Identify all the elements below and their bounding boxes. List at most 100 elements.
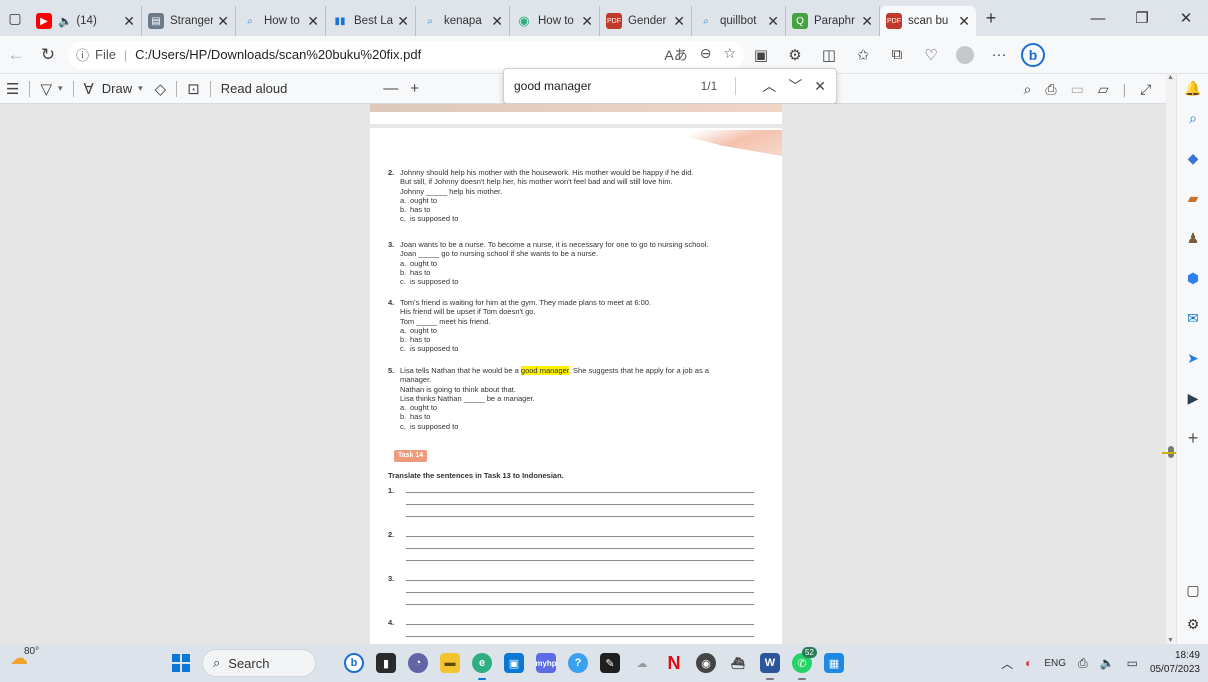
close-tab-icon[interactable]: ✕ (581, 13, 593, 30)
cloud-app-icon[interactable]: ☁ (632, 653, 652, 673)
extensions-icon[interactable]: ⚙ (778, 40, 812, 70)
file-explorer-icon[interactable]: ▬ (440, 653, 460, 673)
fullscreen-icon[interactable]: ⤢ (1140, 81, 1151, 98)
sidebar-settings-gear-icon[interactable]: ⚙ (1177, 610, 1208, 638)
outlook-icon[interactable]: ✉ (1177, 304, 1208, 332)
audio-icon[interactable]: 🔈 (58, 14, 72, 28)
send-drop-icon[interactable]: ➤ (1177, 344, 1208, 372)
volume-icon[interactable]: 🔈 (1100, 656, 1115, 670)
print-icon[interactable]: ⎙ (1045, 81, 1056, 98)
refresh-button[interactable]: ↻ (32, 39, 64, 71)
edge-icon[interactable]: e (472, 653, 492, 673)
zoom-out-button[interactable]: — (377, 74, 404, 104)
pdf-scrollbar[interactable]: ▲ ▼ (1162, 74, 1176, 644)
tab-kenapa[interactable]: ⌕ kenapa ✕ (416, 6, 510, 36)
network-icon[interactable]: ⎙ (1078, 656, 1088, 671)
close-tab-icon[interactable]: ✕ (673, 13, 685, 30)
chevron-down-icon[interactable]: ▾ (138, 83, 143, 94)
tab-how-to-2[interactable]: ◉ How to ✕ (510, 6, 600, 36)
taskbar-search[interactable]: ⌕ Search (202, 649, 316, 677)
tab-quillbot[interactable]: ⌕ quillbot ✕ (692, 6, 786, 36)
tab-youtube[interactable]: ▶ 🔈 (14) ✕ (30, 6, 142, 36)
close-tab-icon[interactable]: ✕ (217, 13, 229, 30)
tab-paraphrase[interactable]: Q Paraphr ✕ (786, 6, 880, 36)
ship-icon[interactable]: ⛴ (728, 653, 748, 673)
collections-icon[interactable]: ⧉ (880, 40, 914, 70)
close-tab-icon[interactable]: ✕ (307, 13, 319, 30)
more-options-icon[interactable]: ··· (982, 40, 1016, 70)
close-tab-icon[interactable]: ✕ (861, 13, 873, 30)
favorite-star-icon[interactable]: ☆ (723, 45, 736, 65)
info-icon[interactable]: ⓘ (76, 45, 89, 64)
bing-copilot-icon[interactable]: b (1016, 40, 1050, 70)
zoom-in-button[interactable]: + (404, 74, 425, 104)
notification-bell-icon[interactable]: 🔔 (1177, 74, 1208, 102)
myhp-icon[interactable]: myhp (535, 653, 557, 673)
minimize-button[interactable]: — (1076, 0, 1120, 36)
find-input[interactable]: good manager (514, 79, 701, 93)
chevron-up-icon[interactable]: ︿ (1001, 655, 1013, 672)
erase-button[interactable]: ◇ (149, 74, 173, 104)
pdf-page[interactable]: 2. Johnny should help his mother with th… (370, 128, 782, 644)
pdf-viewer[interactable]: 2. Johnny should help his mother with th… (0, 104, 1176, 644)
close-tab-icon[interactable]: ✕ (958, 13, 970, 30)
clock[interactable]: 18:49 05/07/2023 (1150, 649, 1200, 677)
reading-view-icon[interactable]: ▣ (744, 40, 778, 70)
lens-icon[interactable]: ◉ (696, 653, 716, 673)
scroll-up-icon[interactable]: ▲ (1167, 74, 1174, 81)
favorites-icon[interactable]: ✩ (846, 40, 880, 70)
read-aloud-button[interactable]: Read aloud (215, 74, 294, 104)
tools-briefcase-icon[interactable]: ▰ (1177, 184, 1208, 212)
language-indicator[interactable]: ENG (1044, 658, 1066, 669)
close-tab-icon[interactable]: ✕ (491, 13, 503, 30)
weather-widget[interactable]: ☁ 80° (10, 646, 39, 669)
close-icon[interactable]: ✕ (814, 78, 826, 95)
contents-button[interactable]: ☰ (0, 74, 25, 104)
draw-button[interactable]: ∀ Draw ▾ (78, 74, 149, 104)
word-icon[interactable]: W (760, 653, 780, 673)
calendar-icon[interactable]: ▦ (824, 653, 844, 673)
store-icon[interactable]: ▣ (504, 653, 524, 673)
search-icon[interactable]: ⌕ (1024, 81, 1032, 98)
split-screen-icon[interactable]: ◫ (812, 40, 846, 70)
close-tab-icon[interactable]: ✕ (767, 13, 779, 30)
tab-stranger[interactable]: ▤ Stranger ✕ (142, 6, 236, 36)
next-match-icon[interactable]: ﹀ (788, 76, 802, 96)
chat-icon[interactable]: ◔ (408, 653, 428, 673)
task-view-icon[interactable]: ▮ (376, 653, 396, 673)
scroll-down-icon[interactable]: ▼ (1167, 637, 1174, 644)
hide-sidebar-icon[interactable]: ▢ (1177, 576, 1208, 604)
games-icon[interactable]: ♟ (1177, 224, 1208, 252)
tab-actions-icon[interactable]: ▢ (0, 0, 30, 36)
help-icon[interactable]: ? (568, 653, 588, 673)
performance-icon[interactable]: ♡ (914, 40, 948, 70)
chevron-down-icon[interactable]: ▾ (58, 83, 63, 94)
read-aloud-icon[interactable]: Aあ (664, 45, 687, 65)
start-button[interactable] (172, 654, 190, 672)
bing-icon[interactable]: b (344, 653, 364, 673)
close-window-button[interactable]: ✕ (1164, 0, 1208, 36)
shopping-tag-icon[interactable]: ◆ (1177, 144, 1208, 172)
new-tab-button[interactable]: + (976, 0, 1006, 36)
url-text[interactable]: C:/Users/HP/Downloads/scan%20buku%20fix.… (135, 47, 664, 62)
netflix-icon[interactable]: N (664, 653, 684, 673)
address-bar[interactable]: ⓘ File | C:/Users/HP/Downloads/scan%20bu… (68, 40, 744, 69)
search-icon[interactable]: ⌕ (1177, 104, 1208, 132)
tab-best-lap[interactable]: ▮▮ Best Lap ✕ (326, 6, 416, 36)
profile-avatar[interactable] (948, 40, 982, 70)
tab-scan-buku[interactable]: PDF scan bu ✕ (880, 6, 976, 36)
antivirus-icon[interactable]: ◐ (1025, 656, 1032, 670)
zoom-icon[interactable]: ⊖ (700, 45, 712, 65)
highlight-button[interactable]: ▽ ▾ (34, 74, 68, 104)
add-sidebar-app-icon[interactable]: + (1177, 424, 1208, 452)
notepad-icon[interactable]: ✎ (600, 653, 620, 673)
tab-how-to-1[interactable]: ⌕ How to ✕ (236, 6, 326, 36)
back-button[interactable]: ← (0, 39, 32, 71)
previous-match-icon[interactable]: ︿ (762, 76, 776, 96)
close-tab-icon[interactable]: ✕ (123, 13, 135, 30)
restore-button[interactable]: ❐ (1120, 0, 1164, 36)
media-player-icon[interactable]: ▶ (1177, 384, 1208, 412)
save-icon[interactable]: ▭ (1071, 81, 1084, 98)
microsoft-365-icon[interactable]: ⬢ (1177, 264, 1208, 292)
close-tab-icon[interactable]: ✕ (397, 13, 409, 30)
